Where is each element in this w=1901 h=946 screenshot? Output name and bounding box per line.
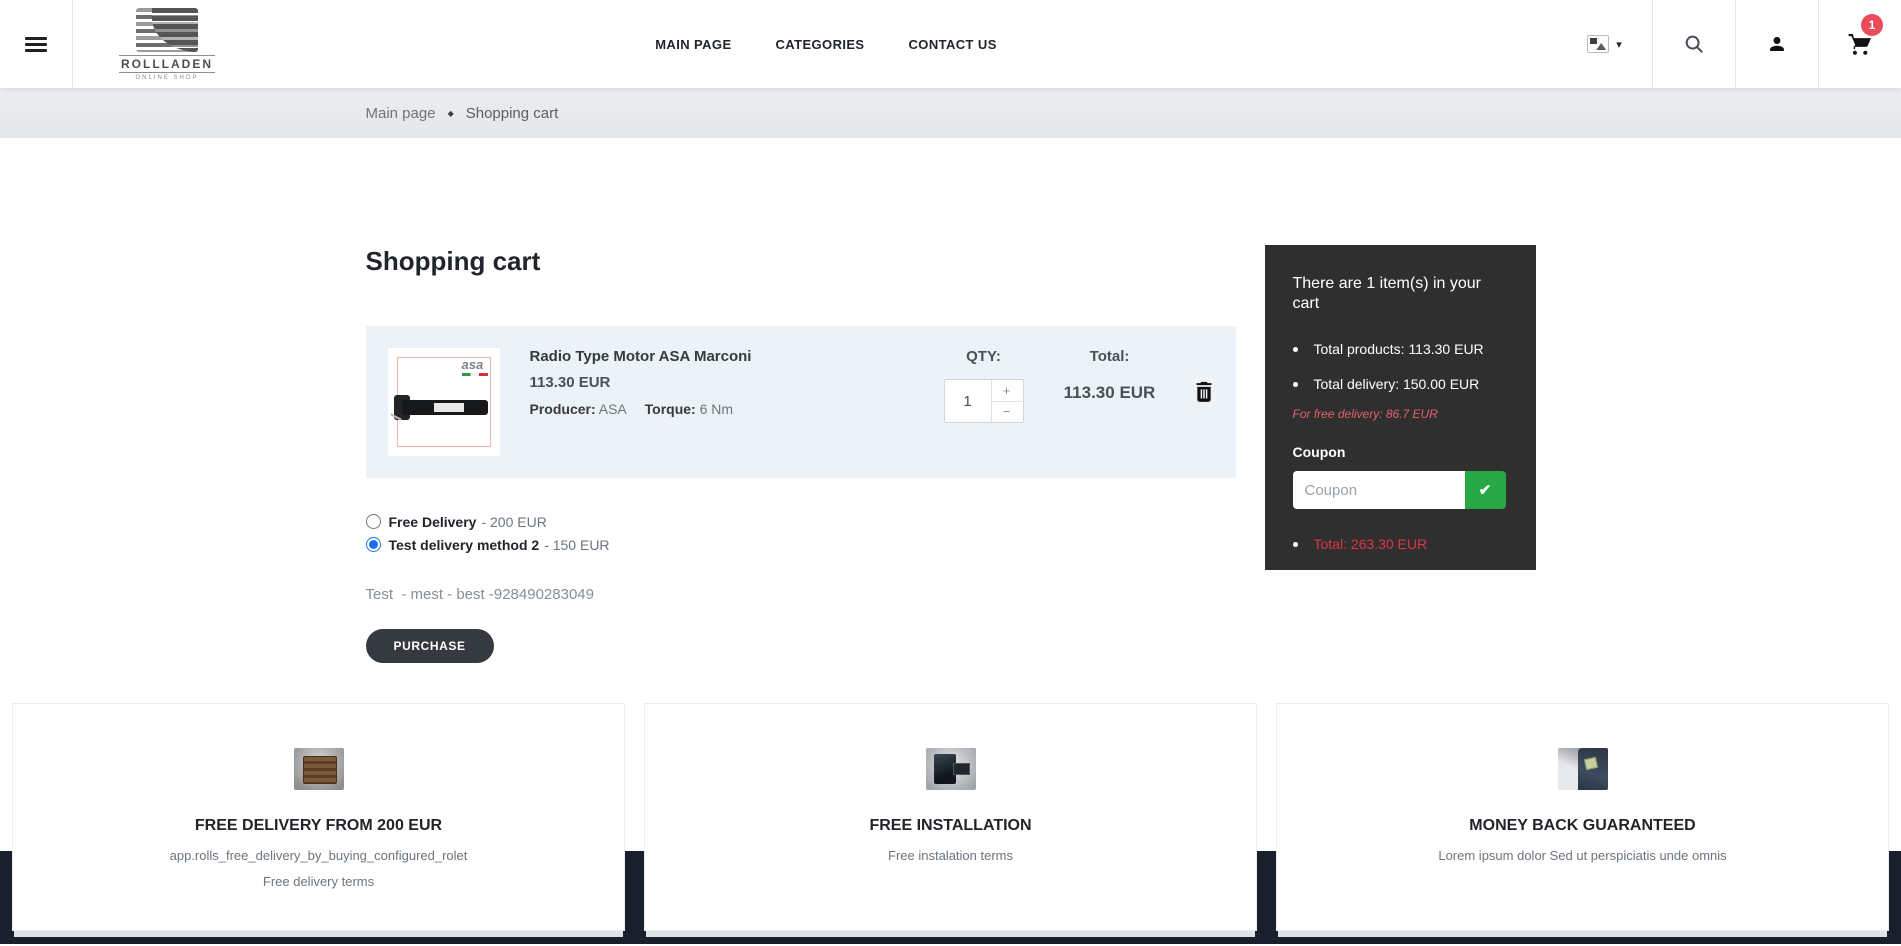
bullet-icon <box>1293 347 1298 352</box>
cart-item-row: asa Radio Type Motor ASA Marconi 113.30 … <box>366 326 1236 478</box>
feature-subtitle: app.rolls_free_delivery_by_buying_config… <box>13 848 624 863</box>
cart-summary-panel: There are 1 item(s) in your cart Total p… <box>1265 245 1536 570</box>
account-button[interactable] <box>1735 0 1818 88</box>
shop-logo[interactable]: ROLLLADEN ONLINE SHOP <box>119 0 215 88</box>
stepper-buttons: + − <box>991 380 1022 422</box>
breadcrumb-main-page[interactable]: Main page <box>366 105 436 122</box>
nav-main-page[interactable]: MAIN PAGE <box>655 37 731 52</box>
torque-value: 6 Nm <box>700 401 733 417</box>
product-attributes: Producer: ASA Torque: 6 Nm <box>530 401 944 417</box>
wooden-crate-image <box>294 748 344 790</box>
feature-title: FREE DELIVERY FROM 200 EUR <box>13 817 624 835</box>
quantity-input[interactable] <box>945 380 991 422</box>
total-column: Total: 113.30 EUR <box>1054 348 1166 403</box>
coupon-label: Coupon <box>1293 444 1510 460</box>
hamburger-icon <box>25 34 47 55</box>
header-icons: ▾ 1 <box>1557 0 1901 88</box>
breadcrumb-shopping-cart: Shopping cart <box>466 105 559 122</box>
bullet-icon <box>1293 382 1298 387</box>
bullet-icon <box>1293 542 1298 547</box>
breadcrumb-bar: Main page ◆ Shopping cart <box>0 88 1901 138</box>
total-label: Total: <box>1054 348 1166 365</box>
feature-subtitle: Lorem ipsum dolor Sed ut perspiciatis un… <box>1277 848 1888 863</box>
main-nav: MAIN PAGE CATEGORIES CONTACT US <box>655 0 1117 88</box>
product-name[interactable]: Radio Type Motor ASA Marconi <box>530 348 944 365</box>
free-delivery-terms-link[interactable]: Free delivery terms <box>263 874 374 889</box>
torque-label: Torque: <box>645 401 696 417</box>
logo-subtitle: ONLINE SHOP <box>135 75 198 81</box>
delivery-option-free-delivery[interactable]: Free Delivery - 200 EUR <box>366 510 1236 533</box>
qty-label: QTY: <box>944 348 1024 365</box>
summary-total-delivery: Total delivery: 150.00 EUR <box>1293 376 1510 392</box>
features-section: FREE DELIVERY FROM 200 EUR app.rolls_fre… <box>0 703 1901 944</box>
feature-title: FREE INSTALLATION <box>645 817 1256 835</box>
language-selector[interactable]: ▾ <box>1557 0 1652 88</box>
purchase-button[interactable]: PURCHASE <box>366 629 494 663</box>
delivery-option-test-method-2[interactable]: Test delivery method 2 - 150 EUR <box>366 533 1236 556</box>
radio-free-delivery[interactable] <box>366 514 381 529</box>
feature-card-free-installation: FREE INSTALLATION Free instalation terms <box>644 703 1257 931</box>
feature-title: MONEY BACK GUARANTEED <box>1277 817 1888 835</box>
radio-test-delivery-2[interactable] <box>366 537 381 552</box>
header: ROLLLADEN ONLINE SHOP MAIN PAGE CATEGORI… <box>0 0 1901 88</box>
quantity-stepper: + − <box>944 379 1024 423</box>
breadcrumb: Main page ◆ Shopping cart <box>366 105 1536 122</box>
quantity-column: QTY: + − <box>944 348 1024 423</box>
search-button[interactable] <box>1652 0 1735 88</box>
main-content: Shopping cart asa Radio Type Motor ASA M… <box>366 138 1536 663</box>
producer-label: Producer: <box>530 401 596 417</box>
feature-card-money-back: MONEY BACK GUARANTEED Lorem ipsum dolor … <box>1276 703 1889 931</box>
feature-card-free-delivery: FREE DELIVERY FROM 200 EUR app.rolls_fre… <box>12 703 625 931</box>
feature-subtitle: Free instalation terms <box>645 848 1256 863</box>
free-delivery-note: For free delivery: 86.7 EUR <box>1293 407 1510 421</box>
line-total: 113.30 EUR <box>1054 383 1166 403</box>
cart-count-badge: 1 <box>1861 14 1883 36</box>
product-price: 113.30 EUR <box>530 374 944 391</box>
product-info: Radio Type Motor ASA Marconi 113.30 EUR … <box>530 348 944 417</box>
menu-button[interactable] <box>0 0 73 88</box>
quantity-increase-button[interactable]: + <box>992 380 1022 402</box>
delivery-options: Free Delivery - 200 EUR Test delivery me… <box>366 510 1236 556</box>
motor-label-graphic <box>434 403 464 412</box>
computer-monitor-image <box>926 748 976 790</box>
product-image[interactable]: asa <box>388 348 500 456</box>
coupon-input[interactable] <box>1293 471 1465 509</box>
italian-flag-icon <box>462 373 488 376</box>
coupon-form: ✔ <box>1293 471 1510 509</box>
remove-item-button[interactable] <box>1194 380 1214 405</box>
feature-cards: FREE DELIVERY FROM 200 EUR app.rolls_fre… <box>0 703 1901 931</box>
asa-brand-logo: asa <box>462 358 488 376</box>
apply-coupon-button[interactable]: ✔ <box>1465 471 1506 509</box>
logo-shutter-icon <box>136 8 198 52</box>
quantity-decrease-button[interactable]: − <box>992 402 1022 423</box>
nav-categories[interactable]: CATEGORIES <box>776 37 865 52</box>
cart-button[interactable]: 1 <box>1818 0 1901 88</box>
summary-grand-total: Total: 263.30 EUR <box>1293 536 1510 552</box>
user-icon <box>1767 34 1787 54</box>
search-icon <box>1683 33 1705 55</box>
producer-value: ASA <box>599 401 627 417</box>
cart-note: Test - mest - best -928490283049 <box>366 586 1236 603</box>
trash-icon <box>1194 380 1214 402</box>
check-icon: ✔ <box>1479 482 1492 499</box>
shopping-cart-page: ROLLLADEN ONLINE SHOP MAIN PAGE CATEGORI… <box>0 0 1901 946</box>
money-pocket-image <box>1558 748 1608 790</box>
diamond-separator-icon: ◆ <box>448 109 454 118</box>
nav-contact-us[interactable]: CONTACT US <box>909 37 997 52</box>
logo-title: ROLLLADEN <box>119 55 215 73</box>
cart-column: asa Radio Type Motor ASA Marconi 113.30 … <box>366 326 1236 663</box>
chevron-down-icon: ▾ <box>1616 38 1622 51</box>
summary-total-products: Total products: 113.30 EUR <box>1293 341 1510 357</box>
summary-heading: There are 1 item(s) in your cart <box>1293 274 1493 314</box>
language-flag-icon <box>1587 35 1609 53</box>
summary-list: Total products: 113.30 EUR Total deliver… <box>1293 341 1510 392</box>
